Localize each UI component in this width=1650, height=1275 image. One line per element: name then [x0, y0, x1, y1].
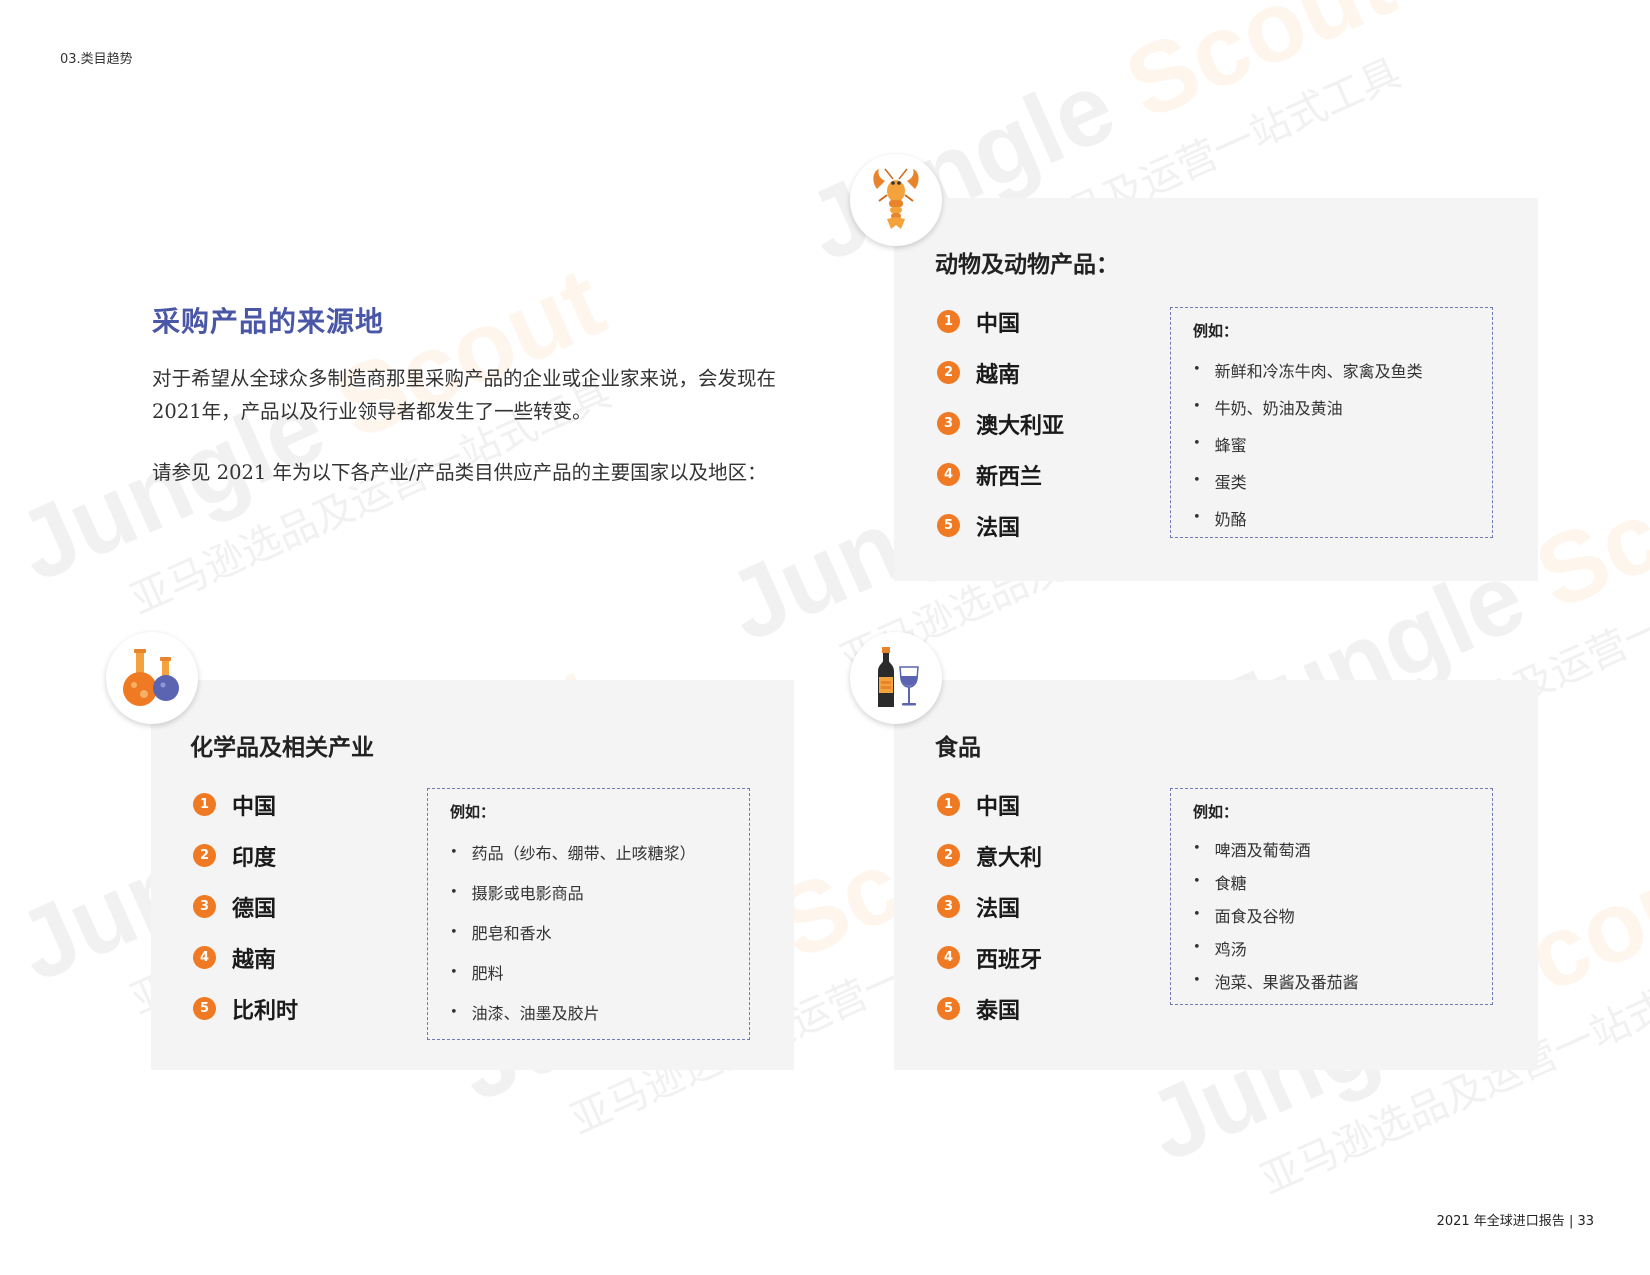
list-item: 3 德国: [193, 881, 298, 932]
list-item: 5 法国: [937, 500, 1064, 551]
country-list-chemicals: 1 中国 2 印度 3 德国 4 越南 5 比利时: [193, 779, 298, 1034]
country-name: 泰国: [976, 998, 1021, 1024]
country-name: 越南: [232, 947, 277, 973]
list-item: 4 新西兰: [937, 449, 1064, 500]
country-name: 西班牙: [976, 947, 1043, 973]
lobster-icon: [850, 154, 942, 246]
list-item: 1 中国: [937, 296, 1064, 347]
country-name: 法国: [976, 515, 1021, 541]
rank-badge: 4: [937, 946, 960, 969]
list-item: 蜂蜜: [1193, 425, 1470, 462]
rank-badge: 4: [937, 463, 960, 486]
footer-page-label: 2021 年全球进口报告 | 33: [1436, 1214, 1594, 1229]
rank-badge: 5: [937, 997, 960, 1020]
list-item: 2 意大利: [937, 830, 1042, 881]
list-item: 鸡汤: [1193, 931, 1470, 964]
list-item: 牛奶、奶油及黄油: [1193, 388, 1470, 425]
rank-badge: 4: [193, 946, 216, 969]
examples-list: 啤酒及葡萄酒 食糖 面食及谷物 鸡汤 泡菜、果酱及番茄酱: [1193, 832, 1470, 997]
examples-box-food: 例如： 啤酒及葡萄酒 食糖 面食及谷物 鸡汤 泡菜、果酱及番茄酱: [1170, 788, 1493, 1005]
rank-badge: 5: [937, 514, 960, 537]
rank-badge: 1: [937, 310, 960, 333]
intro-title: 采购产品的来源地: [152, 305, 385, 338]
country-list-animal: 1 中国 2 越南 3 澳大利亚 4 新西兰 5 法国: [937, 296, 1064, 551]
country-name: 德国: [232, 896, 277, 922]
country-list-food: 1 中国 2 意大利 3 法国 4 西班牙 5 泰国: [937, 779, 1042, 1034]
country-name: 比利时: [232, 998, 299, 1024]
list-item: 蛋类: [1193, 462, 1470, 499]
rank-badge: 3: [193, 895, 216, 918]
country-name: 中国: [976, 794, 1021, 820]
rank-badge: 1: [193, 793, 216, 816]
list-item: 奶酪: [1193, 499, 1470, 536]
list-item: 1 中国: [937, 779, 1042, 830]
list-item: 肥料: [450, 952, 727, 992]
section-label: 03.类目趋势: [60, 52, 133, 67]
list-item: 药品（纱布、绷带、止咳糖浆）: [450, 832, 727, 872]
list-item: 摄影或电影商品: [450, 872, 727, 912]
rank-badge: 2: [937, 844, 960, 867]
list-item: 面食及谷物: [1193, 898, 1470, 931]
list-item: 4 西班牙: [937, 932, 1042, 983]
intro-paragraph-1: 对于希望从全球众多制造商那里采购产品的企业或企业家来说，会发现在2021年，产品…: [152, 367, 777, 423]
examples-heading: 例如：: [450, 803, 496, 821]
list-item: 啤酒及葡萄酒: [1193, 832, 1470, 865]
rank-badge: 2: [193, 844, 216, 867]
examples-list: 药品（纱布、绷带、止咳糖浆） 摄影或电影商品 肥皂和香水 肥料 油漆、油墨及胶片: [450, 832, 727, 1032]
panel-title-food: 食品: [935, 735, 981, 761]
list-item: 5 泰国: [937, 983, 1042, 1034]
list-item: 2 印度: [193, 830, 298, 881]
examples-heading: 例如：: [1193, 803, 1239, 821]
country-name: 中国: [232, 794, 277, 820]
examples-list: 新鲜和冷冻牛肉、家禽及鱼类 牛奶、奶油及黄油 蜂蜜 蛋类 奶酪: [1193, 351, 1470, 536]
list-item: 肥皂和香水: [450, 912, 727, 952]
wine-icon: [850, 632, 942, 724]
panel-title-chemicals: 化学品及相关产业: [190, 735, 374, 761]
country-name: 中国: [976, 311, 1021, 337]
rank-badge: 2: [937, 361, 960, 384]
examples-heading: 例如：: [1193, 322, 1239, 340]
list-item: 新鲜和冷冻牛肉、家禽及鱼类: [1193, 351, 1470, 388]
list-item: 泡菜、果酱及番茄酱: [1193, 964, 1470, 997]
list-item: 4 越南: [193, 932, 298, 983]
list-item: 3 澳大利亚: [937, 398, 1064, 449]
country-name: 越南: [976, 362, 1021, 388]
list-item: 1 中国: [193, 779, 298, 830]
examples-box-animal: 例如： 新鲜和冷冻牛肉、家禽及鱼类 牛奶、奶油及黄油 蜂蜜 蛋类 奶酪: [1170, 307, 1493, 538]
country-name: 法国: [976, 896, 1021, 922]
panel-title-animal: 动物及动物产品：: [935, 252, 1119, 278]
list-item: 5 比利时: [193, 983, 298, 1034]
rank-badge: 5: [193, 997, 216, 1020]
country-name: 新西兰: [976, 464, 1043, 490]
rank-badge: 3: [937, 412, 960, 435]
intro-paragraph-2: 请参见 2021 年为以下各产业/产品类目供应产品的主要国家以及地区：: [152, 461, 767, 484]
rank-badge: 1: [937, 793, 960, 816]
list-item: 油漆、油墨及胶片: [450, 992, 727, 1032]
list-item: 2 越南: [937, 347, 1064, 398]
rank-badge: 3: [937, 895, 960, 918]
list-item: 3 法国: [937, 881, 1042, 932]
country-name: 意大利: [976, 845, 1043, 871]
country-name: 澳大利亚: [976, 413, 1065, 439]
country-name: 印度: [232, 845, 277, 871]
intro-section: 采购产品的来源地 对于希望从全球众多制造商那里采购产品的企业或企业家来说，会发现…: [152, 300, 802, 517]
examples-box-chemicals: 例如： 药品（纱布、绷带、止咳糖浆） 摄影或电影商品 肥皂和香水 肥料 油漆、油…: [427, 788, 750, 1040]
list-item: 食糖: [1193, 865, 1470, 898]
flask-icon: [106, 632, 198, 724]
